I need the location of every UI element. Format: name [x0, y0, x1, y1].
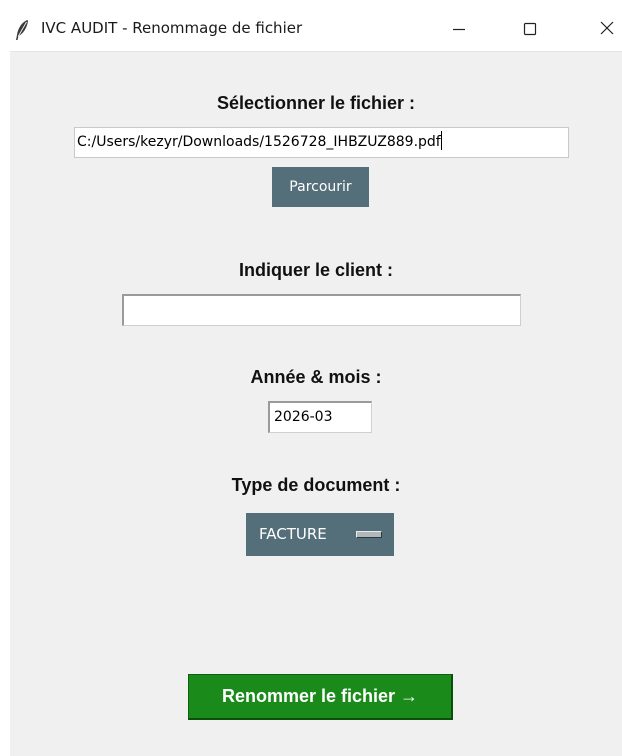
- period-input[interactable]: 2026-03: [268, 401, 372, 433]
- doc-type-select[interactable]: FACTURE: [246, 513, 394, 556]
- file-path-input[interactable]: C:/Users/kezyr/Downloads/1526728_IHBZUZ8…: [74, 127, 569, 158]
- browse-button[interactable]: Parcourir: [272, 167, 369, 207]
- client-label: Indiquer le client :: [238, 260, 394, 280]
- file-label: Sélectionner le fichier :: [216, 93, 416, 113]
- period-label: Année & mois :: [250, 367, 382, 387]
- close-button[interactable]: [584, 10, 622, 50]
- client-input[interactable]: [122, 294, 521, 326]
- maximize-button[interactable]: [507, 10, 553, 50]
- window-title: IVC AUDIT - Renommage de fichier: [41, 19, 303, 37]
- minimize-icon: [452, 21, 466, 40]
- app-window: IVC AUDIT - Renommage de fichier Sélecti…: [10, 10, 622, 756]
- close-icon: [599, 20, 615, 40]
- file-path-value: C:/Users/kezyr/Downloads/1526728_IHBZUZ8…: [77, 134, 441, 150]
- text-caret: [440, 131, 443, 150]
- maximize-icon: [523, 21, 537, 40]
- title-bar[interactable]: IVC AUDIT - Renommage de fichier: [10, 10, 622, 52]
- doc-type-label: Type de document :: [231, 475, 401, 495]
- option-menu-indicator-icon: [356, 531, 382, 538]
- minimize-button[interactable]: [436, 10, 482, 50]
- doc-type-selected: FACTURE: [259, 525, 327, 543]
- feather-icon: [14, 19, 30, 41]
- rename-button[interactable]: Renommer le fichier →: [188, 674, 453, 720]
